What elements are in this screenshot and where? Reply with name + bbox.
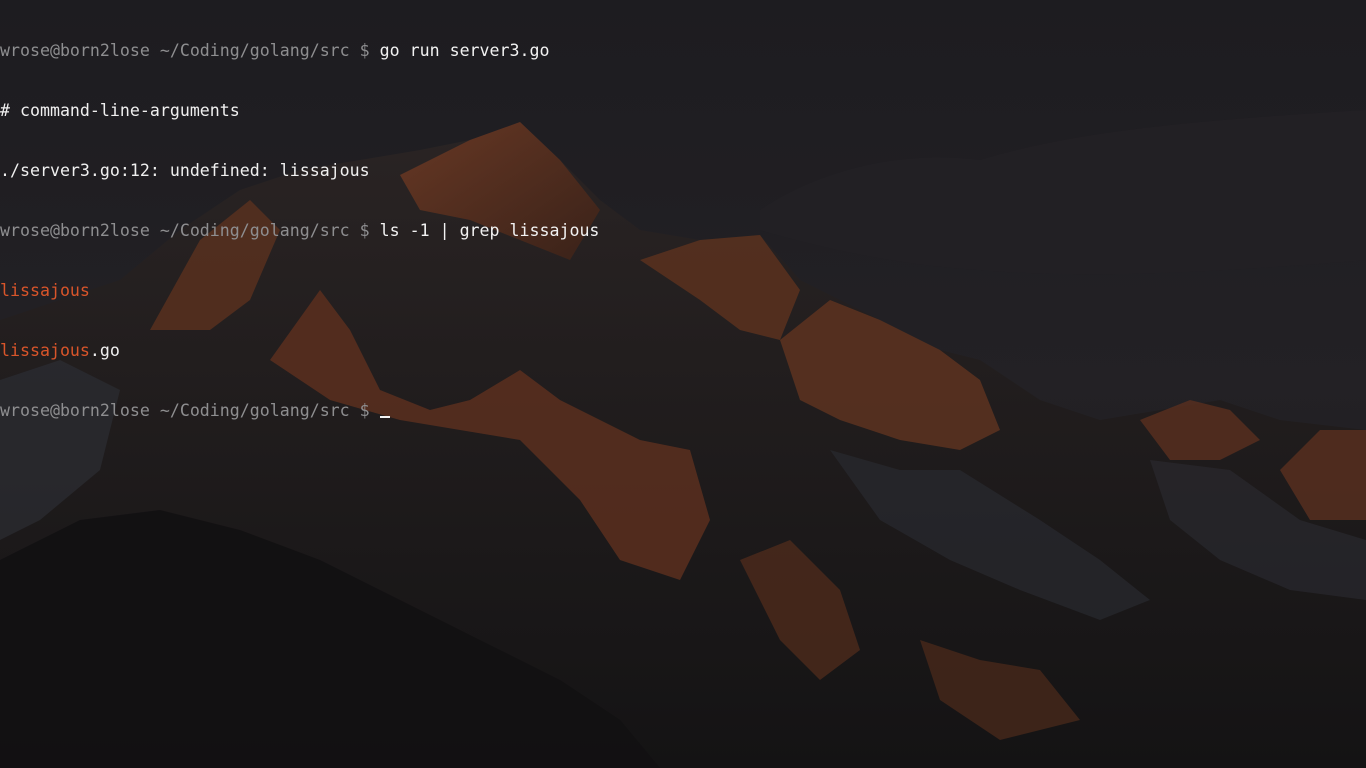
terminal-line: lissajous — [0, 281, 1366, 301]
terminal[interactable]: wrose@born2lose ~/Coding/golang/src $ go… — [0, 0, 1366, 768]
command-text: go run server3.go — [379, 41, 550, 60]
output-text: # command-line-arguments — [0, 101, 240, 120]
shell-prompt: wrose@born2lose ~/Coding/golang/src $ — [0, 41, 380, 60]
terminal-line: ./server3.go:12: undefined: lissajous — [0, 161, 1366, 181]
output-text: .go — [89, 341, 120, 360]
terminal-line: wrose@born2lose ~/Coding/golang/src $ ls… — [0, 221, 1366, 241]
terminal-line: # command-line-arguments — [0, 101, 1366, 121]
shell-prompt: wrose@born2lose ~/Coding/golang/src $ — [0, 401, 380, 420]
text-cursor — [379, 416, 390, 418]
terminal-line: wrose@born2lose ~/Coding/golang/src $ go… — [0, 41, 1366, 61]
shell-prompt: wrose@born2lose ~/Coding/golang/src $ — [0, 221, 380, 240]
terminal-line[interactable]: wrose@born2lose ~/Coding/golang/src $ — [0, 401, 1366, 421]
desktop: wrose@born2lose ~/Coding/golang/src $ go… — [0, 0, 1366, 768]
grep-match: lissajous — [0, 341, 90, 360]
error-text: ./server3.go:12: undefined: lissajous — [0, 161, 370, 180]
grep-match: lissajous — [0, 281, 90, 300]
command-text: ls -1 | grep lissajous — [379, 221, 600, 240]
terminal-line: lissajous.go — [0, 341, 1366, 361]
